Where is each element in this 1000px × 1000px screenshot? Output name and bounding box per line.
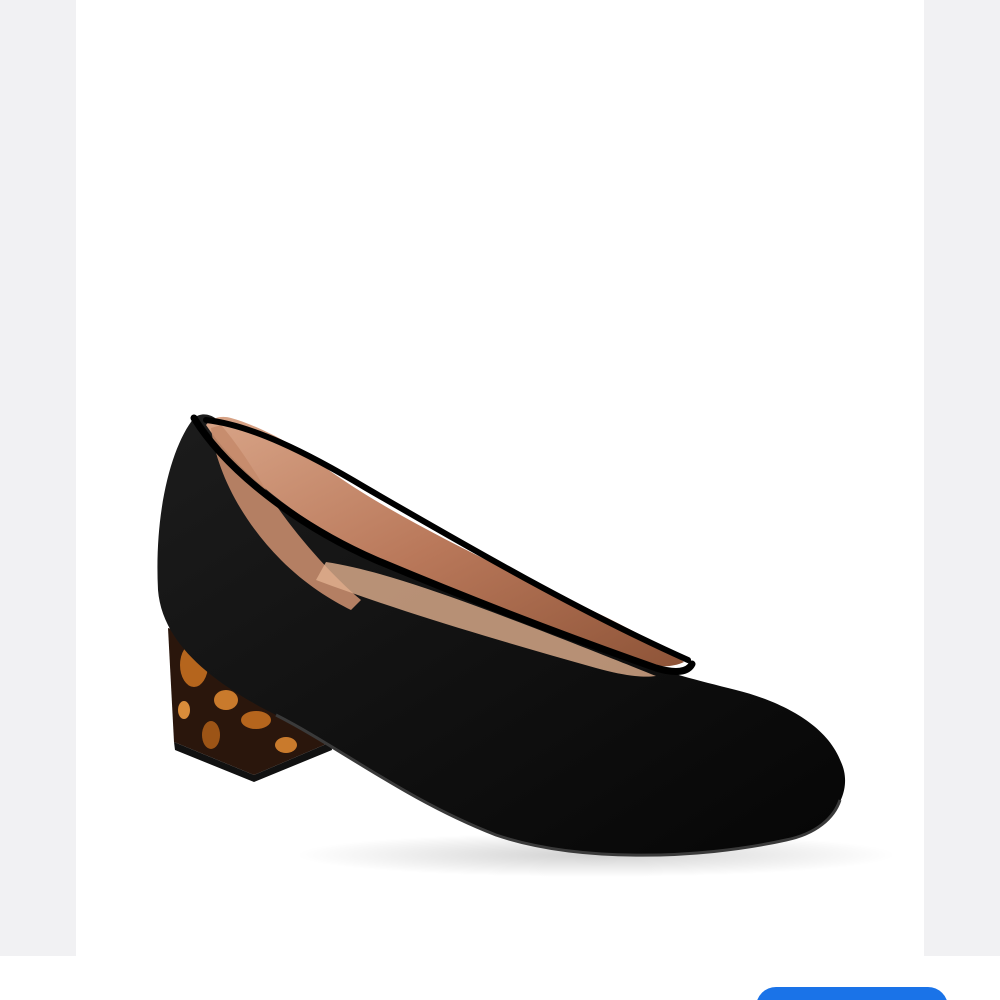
shoe-illustration [157, 414, 896, 877]
bottom-bar [0, 956, 1000, 1000]
action-button[interactable] [756, 987, 948, 1000]
shoe-upper [157, 414, 846, 857]
product-photo[interactable] [76, 0, 924, 956]
screen [0, 0, 1000, 1000]
